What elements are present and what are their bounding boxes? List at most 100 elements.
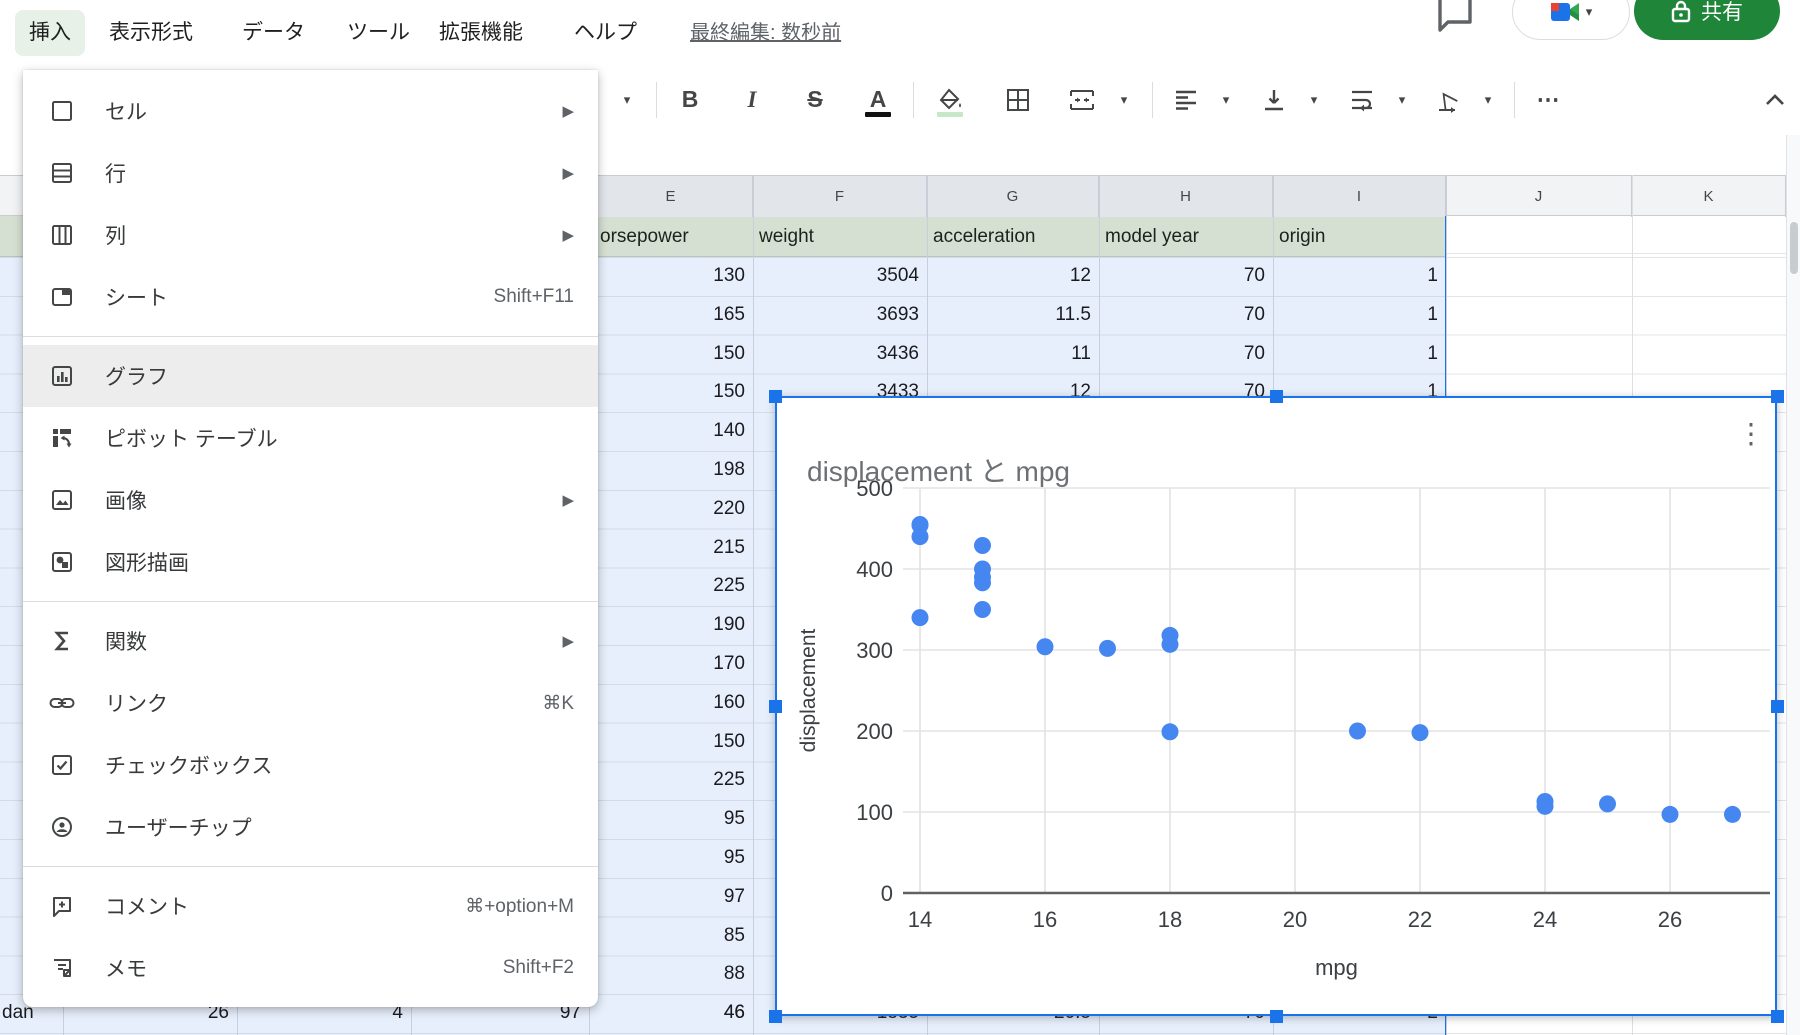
cell-I4[interactable]: 1 xyxy=(1279,335,1438,373)
cell-E5[interactable]: 150 xyxy=(595,373,745,411)
cell-E11[interactable]: 190 xyxy=(595,606,745,644)
cell-E7[interactable]: 198 xyxy=(595,451,745,489)
chart-resize-handle[interactable] xyxy=(769,390,782,403)
collapse-toolbar-icon[interactable] xyxy=(1753,64,1797,135)
cell-E14[interactable]: 150 xyxy=(595,723,745,761)
text-wrap-caret[interactable]: ▾ xyxy=(1391,64,1413,135)
borders-icon[interactable] xyxy=(996,64,1040,135)
cell-E16[interactable]: 95 xyxy=(595,800,745,838)
cell-I3[interactable]: 1 xyxy=(1279,296,1438,334)
cell-E18[interactable]: 97 xyxy=(595,878,745,916)
chart-resize-handle[interactable] xyxy=(1270,390,1283,403)
meet-button[interactable]: ▾ xyxy=(1512,0,1630,40)
vertical-scrollbar-thumb[interactable] xyxy=(1790,222,1798,274)
fill-color-icon[interactable] xyxy=(928,64,972,135)
more-icon[interactable]: ⋯ xyxy=(1526,64,1570,135)
merge-caret[interactable]: ▾ xyxy=(1113,64,1135,135)
text-rotation-icon[interactable] xyxy=(1426,64,1470,135)
text-rotation-caret[interactable]: ▾ xyxy=(1477,64,1499,135)
cell-E17[interactable]: 95 xyxy=(595,839,745,877)
last-edit-link[interactable]: 最終編集: 数秒前 xyxy=(690,10,841,56)
chart-resize-handle[interactable] xyxy=(1771,390,1784,403)
cell-H3[interactable]: 70 xyxy=(1105,296,1265,334)
field-header-cell[interactable]: origin xyxy=(1279,216,1438,257)
cell-E3[interactable]: 165 xyxy=(595,296,745,334)
cell-H4[interactable]: 70 xyxy=(1105,335,1265,373)
cell-F4[interactable]: 3436 xyxy=(759,335,919,373)
column-header-J[interactable]: J xyxy=(1446,176,1632,217)
insert-menu-item-6[interactable]: ピボット テーブル xyxy=(23,407,598,469)
italic-icon[interactable]: I xyxy=(730,64,774,135)
dropdown-caret[interactable]: ▾ xyxy=(616,64,638,135)
insert-menu-item-4[interactable]: シートShift+F11 xyxy=(23,266,598,328)
insert-menu-item-1[interactable]: セル▶ xyxy=(23,80,598,142)
cell-E12[interactable]: 170 xyxy=(595,645,745,683)
text-wrap-icon[interactable] xyxy=(1340,64,1384,135)
text-color-icon[interactable]: A xyxy=(856,64,900,135)
insert-menu-item-12[interactable]: ユーザーチップ xyxy=(23,796,598,858)
column-header-I[interactable]: I xyxy=(1273,176,1446,217)
insert-menu-item-5[interactable]: グラフ xyxy=(23,345,598,407)
chart-resize-handle[interactable] xyxy=(1270,1010,1283,1023)
share-button[interactable]: 共有 xyxy=(1634,0,1780,40)
cell-F3[interactable]: 3693 xyxy=(759,296,919,334)
cell-E20[interactable]: 88 xyxy=(595,955,745,993)
insert-menu-item-11[interactable]: チェックボックス xyxy=(23,734,598,796)
insert-menu-item-2[interactable]: 行▶ xyxy=(23,142,598,204)
insert-menu-item-13[interactable]: コメント⌘+option+M xyxy=(23,875,598,937)
field-header-cell[interactable]: weight xyxy=(759,216,919,257)
insert-menu-item-9[interactable]: 関数▶ xyxy=(23,610,598,672)
cell-E21[interactable]: 46 xyxy=(595,994,745,1032)
comment-history-button[interactable] xyxy=(1430,0,1480,38)
menubar-item-3[interactable]: データ xyxy=(228,10,319,56)
insert-menu-item-14[interactable]: メモShift+F2 xyxy=(23,937,598,999)
chart-options-icon[interactable]: ⋮ xyxy=(1737,420,1765,448)
menubar-item-6[interactable]: ヘルプ xyxy=(560,10,651,56)
cell-E15[interactable]: 225 xyxy=(595,761,745,799)
column-header-H[interactable]: H xyxy=(1099,176,1273,217)
cell-E4[interactable]: 150 xyxy=(595,335,745,373)
vertical-align-icon[interactable] xyxy=(1252,64,1296,135)
cell-G4[interactable]: 11 xyxy=(933,335,1091,373)
cell-E13[interactable]: 160 xyxy=(595,684,745,722)
cell-H2[interactable]: 70 xyxy=(1105,257,1265,295)
cell-E2[interactable]: 130 xyxy=(595,257,745,295)
field-header-cell[interactable]: orsepower xyxy=(600,216,750,257)
chart-resize-handle[interactable] xyxy=(769,1010,782,1023)
field-header-cell[interactable]: model year xyxy=(1105,216,1265,257)
cell-G2[interactable]: 12 xyxy=(933,257,1091,295)
vertical-align-caret[interactable]: ▾ xyxy=(1303,64,1325,135)
merge-cells-icon[interactable] xyxy=(1060,64,1104,135)
cell-G3[interactable]: 11.5 xyxy=(933,296,1091,334)
cell-E6[interactable]: 140 xyxy=(595,412,745,450)
cell-E19[interactable]: 85 xyxy=(595,917,745,955)
column-header-F[interactable]: F xyxy=(753,176,927,217)
cell-I2[interactable]: 1 xyxy=(1279,257,1438,295)
cell-E8[interactable]: 220 xyxy=(595,490,745,528)
chart-resize-handle[interactable] xyxy=(769,700,782,713)
menubar-item-5[interactable]: 拡張機能 xyxy=(425,10,537,56)
embedded-chart[interactable]: displacement と mpg ⋮ 0100200300400500141… xyxy=(775,396,1777,1016)
vertical-scrollbar[interactable] xyxy=(1786,135,1800,1035)
cell-F2[interactable]: 3504 xyxy=(759,257,919,295)
insert-menu-item-8[interactable]: 図形描画 xyxy=(23,531,598,593)
bold-icon[interactable]: B xyxy=(668,64,712,135)
chart-resize-handle[interactable] xyxy=(1771,700,1784,713)
cell-E10[interactable]: 225 xyxy=(595,567,745,605)
chart-resize-handle[interactable] xyxy=(1771,1010,1784,1023)
insert-menu-item-3[interactable]: 列▶ xyxy=(23,204,598,266)
horizontal-align-caret[interactable]: ▾ xyxy=(1215,64,1237,135)
strikethrough-icon[interactable]: S xyxy=(793,64,837,135)
field-header-cell[interactable]: acceleration xyxy=(933,216,1091,257)
column-header-E[interactable]: E xyxy=(589,176,753,217)
menubar-item-4[interactable]: ツール xyxy=(333,10,424,56)
column-header-G[interactable]: G xyxy=(927,176,1099,217)
insert-menu-item-10[interactable]: リンク⌘K xyxy=(23,672,598,734)
insert-menu-item-7[interactable]: 画像▶ xyxy=(23,469,598,531)
menu-item-label: チェックボックス xyxy=(105,750,574,780)
column-header-K[interactable]: K xyxy=(1632,176,1786,217)
menubar-item-2[interactable]: 表示形式 xyxy=(95,10,207,56)
cell-E9[interactable]: 215 xyxy=(595,529,745,567)
menubar-item-1[interactable]: 挿入 xyxy=(15,10,85,56)
horizontal-align-icon[interactable] xyxy=(1164,64,1208,135)
